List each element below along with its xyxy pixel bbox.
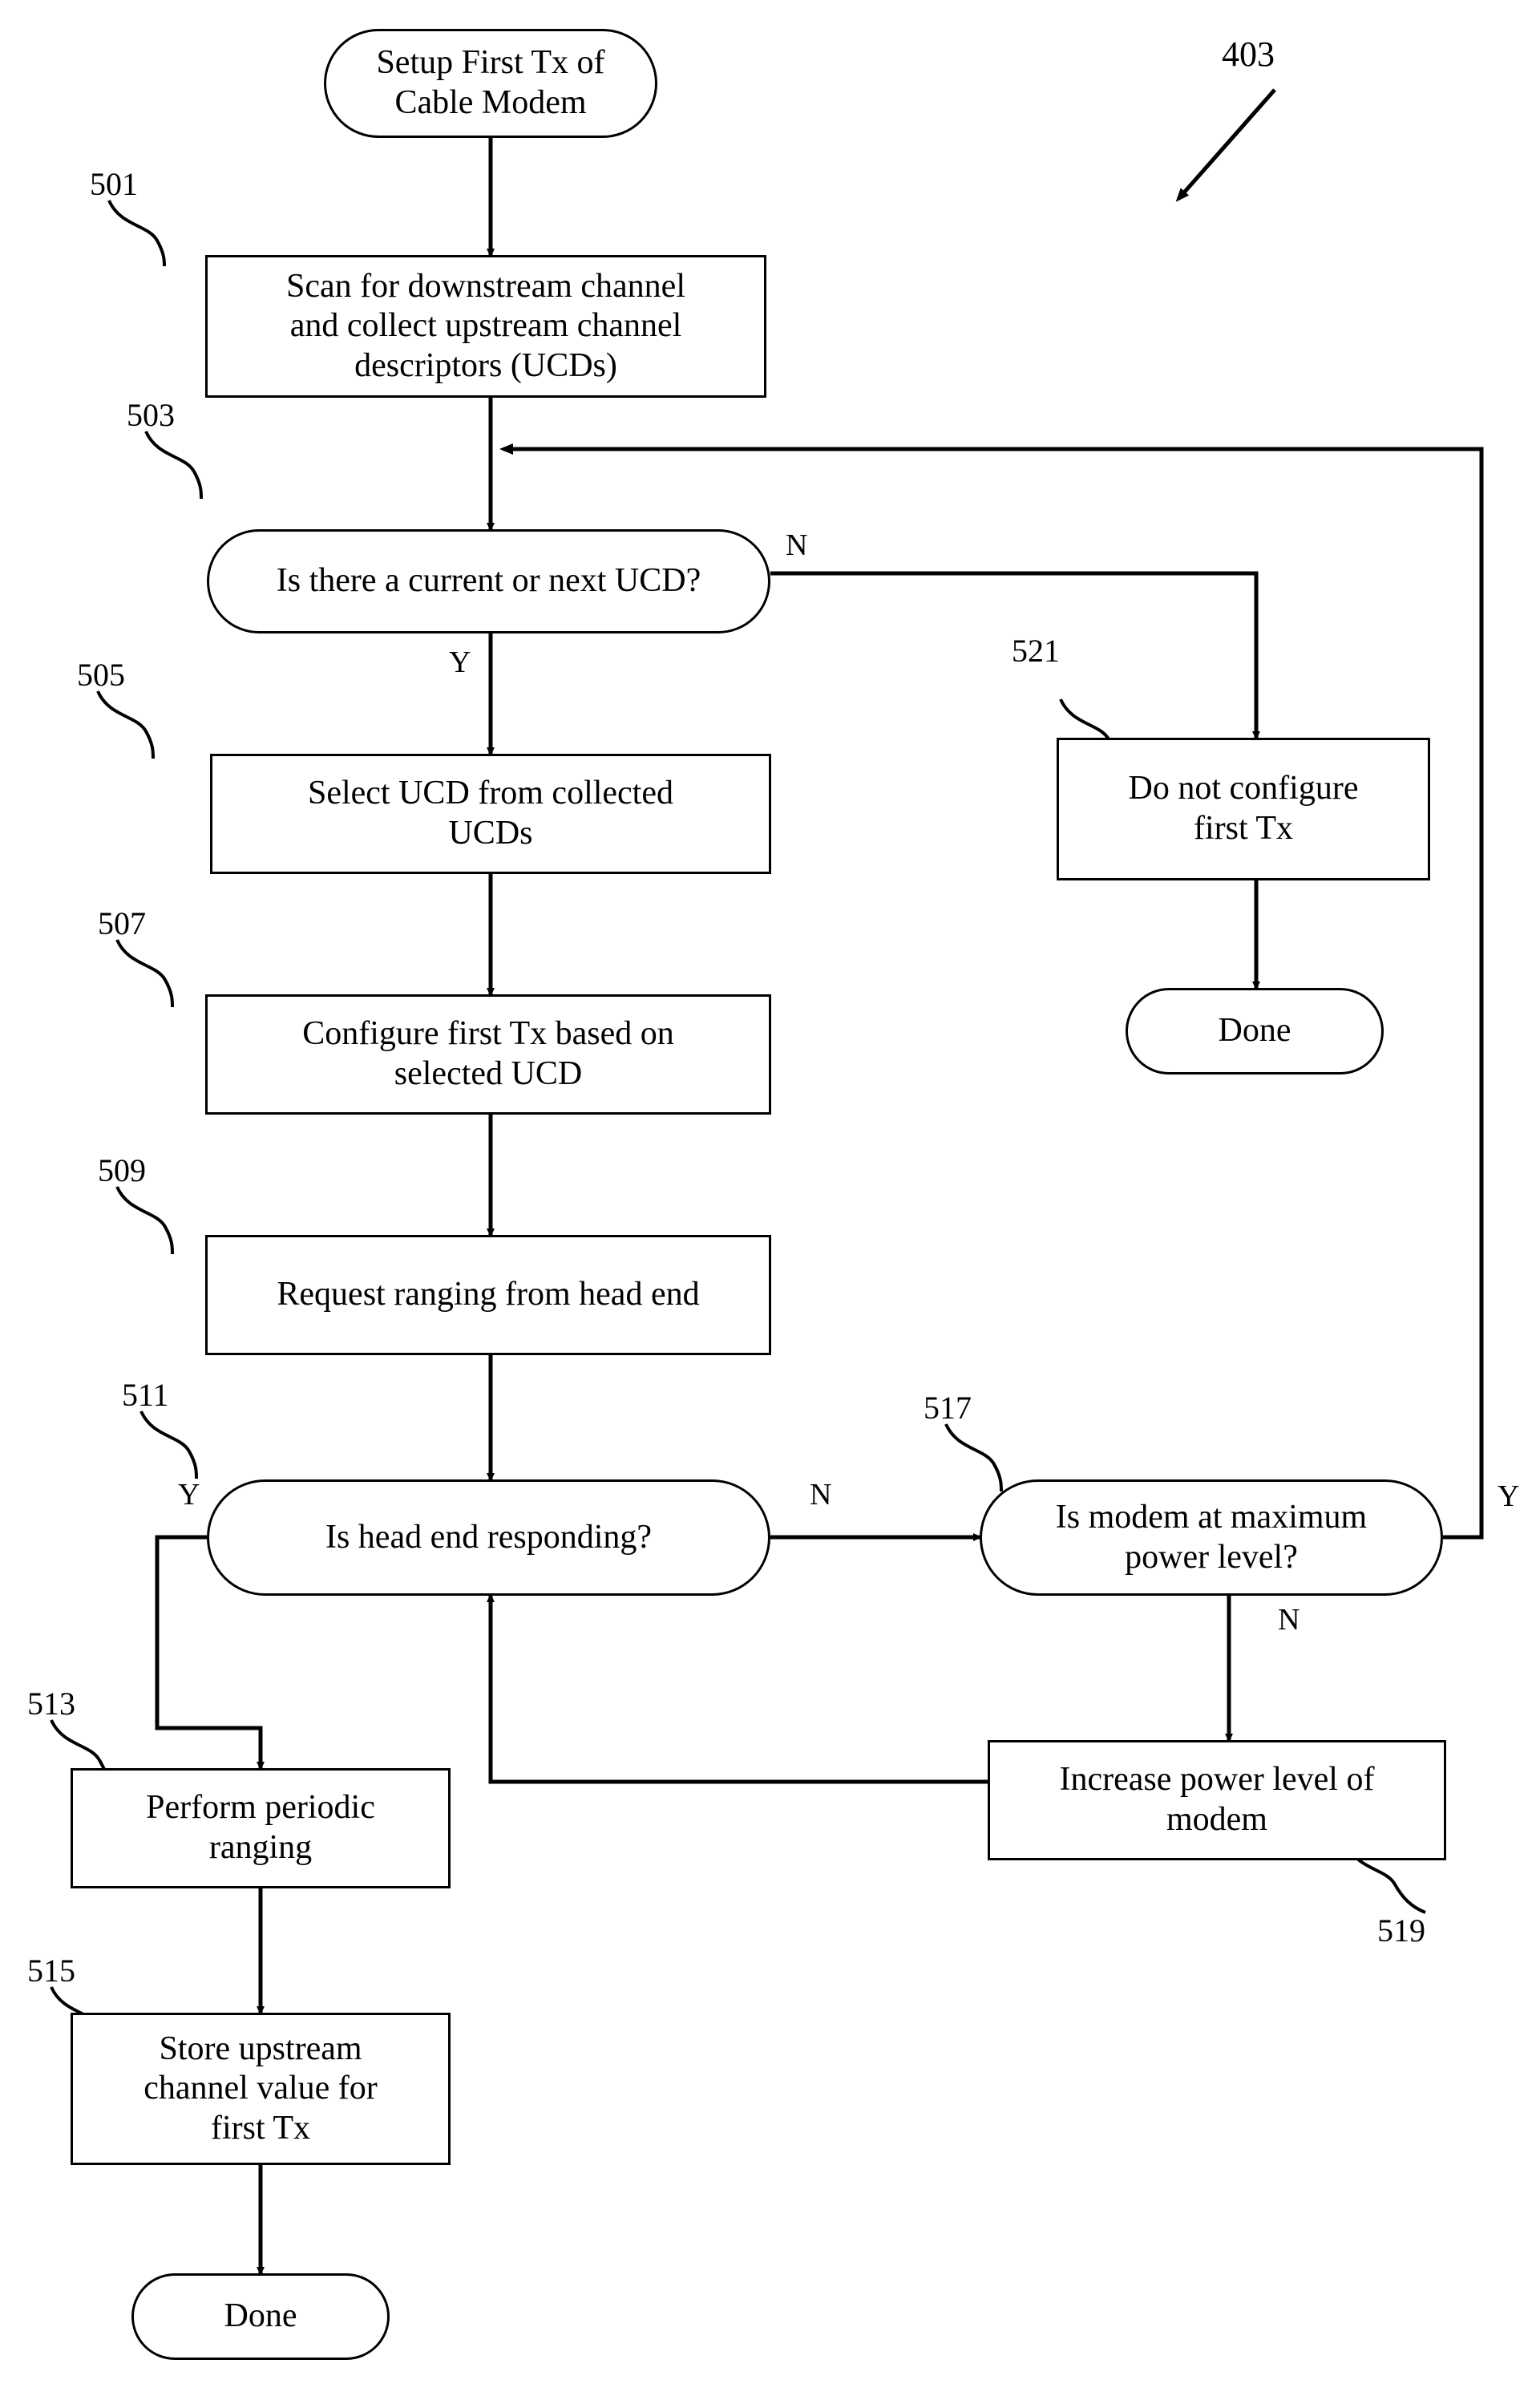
flowchart-canvas: Setup First Tx of Cable Modem Scan for d… <box>0 0 1540 2396</box>
decision-current-ucd: Is there a current or next UCD? <box>207 529 770 633</box>
branch-label-503-yes: Y <box>449 646 471 679</box>
start-terminator-label: Setup First Tx of Cable Modem <box>376 44 605 121</box>
process-scan-downstream: Scan for downstream channel and collect … <box>205 255 766 398</box>
process-store-value: Store upstream channel value for first T… <box>71 2013 451 2165</box>
decision-max-power-label: Is modem at maximum power level? <box>1055 1498 1368 1576</box>
ref-numeral-521: 521 <box>1012 633 1060 669</box>
process-request-ranging-label: Request ranging from head end <box>277 1276 700 1313</box>
decision-current-ucd-label: Is there a current or next UCD? <box>276 562 701 600</box>
ref-numeral-505: 505 <box>77 657 125 693</box>
ref-numeral-507: 507 <box>98 905 146 941</box>
ref-numeral-501: 501 <box>90 166 138 202</box>
ref-numeral-503: 503 <box>127 397 175 433</box>
decision-head-end: Is head end responding? <box>207 1479 770 1596</box>
start-terminator: Setup First Tx of Cable Modem <box>324 29 657 138</box>
ref-numeral-519: 519 <box>1377 1912 1425 1949</box>
process-select-ucd-label: Select UCD from collected UCDs <box>307 775 673 852</box>
ref-numeral-509: 509 <box>98 1152 146 1188</box>
ref-numeral-515: 515 <box>27 1953 75 1989</box>
process-do-not-configure: Do not configure first Tx <box>1057 738 1430 880</box>
process-select-ucd: Select UCD from collected UCDs <box>210 754 771 874</box>
branch-label-511-yes: Y <box>178 1478 200 1512</box>
ref-numeral-513: 513 <box>27 1686 75 1722</box>
process-do-not-configure-label: Do not configure first Tx <box>1128 770 1359 847</box>
branch-label-517-yes: Y <box>1498 1479 1520 1513</box>
decision-max-power: Is modem at maximum power level? <box>980 1479 1443 1596</box>
done-terminator-left-label: Done <box>224 2297 297 2335</box>
ref-numeral-511: 511 <box>122 1377 169 1413</box>
process-periodic-ranging-label: Perform periodic ranging <box>146 1789 375 1866</box>
process-scan-downstream-label: Scan for downstream channel and collect … <box>286 267 685 384</box>
done-terminator-right: Done <box>1126 988 1384 1075</box>
process-increase-power: Increase power level of modem <box>988 1740 1446 1860</box>
ref-numeral-517: 517 <box>924 1390 972 1426</box>
process-configure-tx: Configure first Tx based on selected UCD <box>205 994 771 1115</box>
done-terminator-right-label: Done <box>1218 1012 1291 1050</box>
process-periodic-ranging: Perform periodic ranging <box>71 1768 451 1888</box>
done-terminator-left: Done <box>131 2273 390 2360</box>
branch-label-503-no: N <box>786 528 808 562</box>
process-store-value-label: Store upstream channel value for first T… <box>143 2030 378 2147</box>
decision-head-end-label: Is head end responding? <box>325 1518 653 1556</box>
process-request-ranging: Request ranging from head end <box>205 1235 771 1355</box>
figure-reference-numeral: 403 <box>1222 34 1275 74</box>
process-configure-tx-label: Configure first Tx based on selected UCD <box>302 1015 674 1092</box>
branch-label-511-no: N <box>810 1478 832 1512</box>
branch-label-517-no: N <box>1278 1603 1300 1637</box>
process-increase-power-label: Increase power level of modem <box>1059 1761 1375 1838</box>
